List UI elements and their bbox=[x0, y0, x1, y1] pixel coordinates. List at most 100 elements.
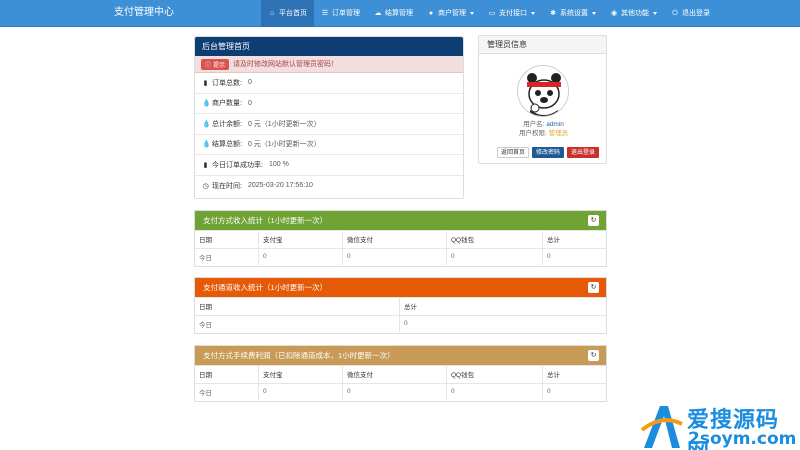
alert-tag-label: 提示 bbox=[213, 62, 226, 69]
nav-label: 系统设置 bbox=[560, 9, 588, 17]
info-icon: ⓘ bbox=[205, 62, 212, 69]
brand-title[interactable]: 支付管理中心 bbox=[114, 0, 174, 27]
gear-icon: ✱ bbox=[550, 9, 556, 17]
nav-label: 退出登录 bbox=[682, 9, 710, 17]
refresh-icon[interactable]: ↻ bbox=[588, 282, 599, 293]
stat-settlement-total: 💧 结算总额: 0 元（1小时更新一次） bbox=[195, 135, 463, 155]
nav-item-other[interactable]: ◉ 其他功能 bbox=[603, 0, 664, 27]
nav-label: 商户管理 bbox=[438, 9, 466, 17]
table-header-row: 日期 支付宝 微信支付 QQ钱包 总计 bbox=[195, 365, 606, 383]
stat-value: 100 % bbox=[268, 161, 289, 169]
user-icon: ● bbox=[428, 9, 434, 17]
chevron-down-icon bbox=[531, 12, 535, 15]
fee-profit-panel: 支付方式手续费利润（已扣除通道成本，1小时更新一次） ↻ 日期 支付宝 微信支付… bbox=[194, 345, 607, 402]
stat-merchant-count: 💧 商户数量: 0 bbox=[195, 94, 463, 114]
stat-label: 商户数量: bbox=[212, 100, 242, 108]
admin-panel-title: 管理员信息 bbox=[479, 36, 606, 54]
panel-header: 支付方式收入统计（1小时更新一次） ↻ bbox=[195, 211, 606, 230]
panel-header: 支付方式手续费利润（已扣除通道成本，1小时更新一次） ↻ bbox=[195, 346, 606, 365]
back-home-button[interactable]: 返回首页 bbox=[497, 147, 530, 158]
avatar bbox=[517, 65, 569, 117]
globe-icon: ◉ bbox=[610, 9, 618, 17]
tint-icon: 💧 bbox=[202, 141, 211, 149]
watermark: 爱搜源码网 2soym.com bbox=[640, 402, 800, 450]
cloud-icon: ☁ bbox=[374, 9, 382, 17]
table-cell: 0 bbox=[259, 383, 343, 400]
alert-text: 请及时修改网站默认管理员密码！ bbox=[233, 61, 339, 68]
admin-info-panel: 管理员信息 用户名: admin 用户权限: 管理员 返回首页 修改密码 退出登… bbox=[478, 35, 607, 164]
tint-icon: 💧 bbox=[202, 100, 211, 108]
table-cell: 0 bbox=[343, 248, 447, 265]
table-row: 今日 0 0 0 0 bbox=[195, 382, 606, 400]
home-panel: 后台管理首页 ⓘ 提示 请及时修改网站默认管理员密码！ ▮ 订单总数: 0 💧 … bbox=[194, 36, 464, 199]
table-header-row: 日期 总计 bbox=[195, 297, 606, 315]
role-value: 管理员 bbox=[548, 130, 569, 137]
stat-label: 结算总额: bbox=[212, 141, 242, 149]
nav-item-merchants[interactable]: ● 商户管理 bbox=[420, 0, 481, 27]
watermark-logo-icon bbox=[640, 406, 683, 448]
table-header-cell: 微信支付 bbox=[343, 231, 447, 248]
table-cell: 今日 bbox=[195, 383, 259, 400]
panel-title: 支付通道收入统计（1小时更新一次） bbox=[203, 283, 328, 292]
stat-value: 0 元（1小时更新一次） bbox=[247, 120, 321, 128]
avatar-image bbox=[518, 66, 568, 116]
nav-item-home[interactable]: ⌂ 平台首页 bbox=[261, 0, 314, 27]
role-label: 用户权限: bbox=[518, 130, 547, 137]
panel-title: 支付方式收入统计（1小时更新一次） bbox=[203, 216, 328, 225]
tint-icon: 💧 bbox=[202, 120, 211, 128]
panel-header: 支付通道收入统计（1小时更新一次） ↻ bbox=[195, 278, 606, 297]
table-cell: 0 bbox=[447, 248, 543, 265]
admin-buttons: 返回首页 修改密码 退出登录 bbox=[497, 147, 600, 158]
nav-item-system-settings[interactable]: ✱ 系统设置 bbox=[542, 0, 603, 27]
table-header-cell: 微信支付 bbox=[343, 366, 447, 383]
table-cell: 0 bbox=[447, 383, 543, 400]
nav-label: 结算管理 bbox=[385, 9, 413, 17]
card-icon: ▭ bbox=[488, 9, 496, 17]
table-cell: 0 bbox=[259, 248, 343, 265]
pay-method-income-panel: 支付方式收入统计（1小时更新一次） ↻ 日期 支付宝 微信支付 QQ钱包 总计 … bbox=[194, 210, 607, 267]
home-panel-title: 后台管理首页 bbox=[195, 37, 463, 56]
table-cell: 0 bbox=[343, 383, 447, 400]
table-header-cell: 总计 bbox=[404, 304, 417, 312]
stat-success-rate: ▮ 今日订单成功率: 100 % bbox=[195, 155, 463, 176]
channel-income-panel: 支付通道收入统计（1小时更新一次） ↻ 日期 总计 今日 0 bbox=[194, 277, 607, 334]
logout-button[interactable]: 退出登录 bbox=[567, 147, 600, 158]
table-header-row: 日期 支付宝 微信支付 QQ钱包 总计 bbox=[195, 230, 606, 248]
nav-label: 订单管理 bbox=[332, 9, 360, 17]
table-header-cell: 总计 bbox=[547, 372, 560, 380]
stat-value: 0 bbox=[247, 99, 252, 107]
role-line: 用户权限: 管理员 bbox=[479, 127, 608, 137]
stat-value: 0 bbox=[247, 79, 252, 87]
table-cell: 今日 bbox=[195, 248, 259, 265]
table-header-cell: QQ钱包 bbox=[447, 231, 543, 248]
top-navbar: 支付管理中心 ⌂ 平台首页 ☰ 订单管理 ☁ 结算管理 ● 商户管理 ▭ 支付接… bbox=[0, 0, 800, 27]
refresh-icon[interactable]: ↻ bbox=[588, 215, 599, 226]
stat-label: 订单总数: bbox=[212, 79, 242, 87]
bar-chart-icon: ▮ bbox=[203, 79, 208, 87]
change-password-button[interactable]: 修改密码 bbox=[532, 147, 565, 158]
nav-item-payment-api[interactable]: ▭ 支付接口 bbox=[481, 0, 542, 27]
refresh-icon[interactable]: ↻ bbox=[588, 350, 599, 361]
clock-icon: ◷ bbox=[202, 182, 209, 190]
stat-order-count: ▮ 订单总数: 0 bbox=[195, 73, 463, 94]
table-header-cell: QQ钱包 bbox=[447, 366, 543, 383]
main-nav: ⌂ 平台首页 ☰ 订单管理 ☁ 结算管理 ● 商户管理 ▭ 支付接口 ✱ 系统设… bbox=[261, 0, 717, 27]
table-header-cell: 日期 bbox=[195, 366, 259, 383]
nav-item-orders[interactable]: ☰ 订单管理 bbox=[314, 0, 367, 27]
chevron-down-icon bbox=[653, 12, 657, 15]
table-cell: 0 bbox=[547, 253, 551, 261]
nav-item-settlement[interactable]: ☁ 结算管理 bbox=[367, 0, 420, 27]
power-icon: ⏻ bbox=[672, 9, 678, 17]
table-header-cell: 支付宝 bbox=[259, 231, 343, 248]
stat-label: 今日订单成功率: bbox=[212, 161, 263, 169]
stat-current-time: ◷ 现在时间: 2025-03-20 17:56:10 bbox=[195, 176, 463, 197]
chevron-down-icon bbox=[470, 12, 474, 15]
stat-value: 2025-03-20 17:56:10 bbox=[247, 182, 313, 190]
home-icon: ⌂ bbox=[269, 9, 275, 17]
table-row: 今日 0 0 0 0 bbox=[195, 247, 606, 265]
table-header-cell: 日期 bbox=[195, 298, 400, 315]
nav-label: 平台首页 bbox=[279, 9, 307, 17]
list-icon: ☰ bbox=[321, 9, 329, 17]
stat-label: 总计余额: bbox=[212, 120, 242, 128]
nav-item-logout[interactable]: ⏻ 退出登录 bbox=[664, 0, 717, 27]
